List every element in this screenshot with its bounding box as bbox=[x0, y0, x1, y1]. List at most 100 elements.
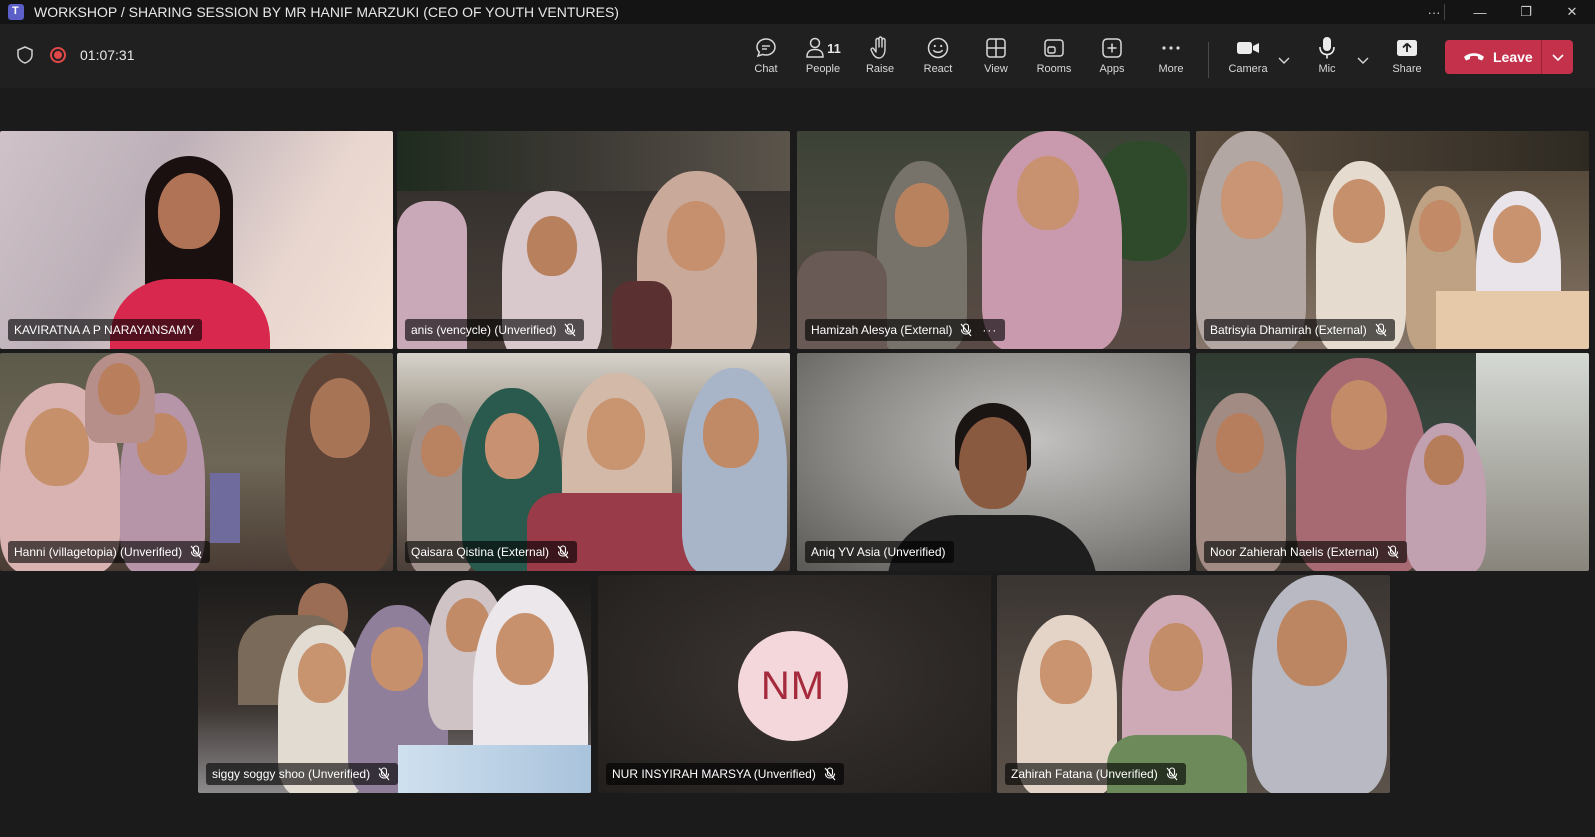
participant-tile[interactable]: siggy soggy shoo (Unverified) bbox=[198, 575, 591, 793]
window-more-button[interactable]: ··· bbox=[1411, 0, 1457, 24]
smiley-icon bbox=[927, 37, 949, 59]
nameplate: NUR INSYIRAH MARSYA (Unverified) bbox=[606, 763, 844, 785]
rooms-button[interactable]: Rooms bbox=[1025, 36, 1083, 82]
mic-muted-icon bbox=[1166, 767, 1178, 781]
mic-muted-icon bbox=[1387, 545, 1399, 559]
participant-name: NUR INSYIRAH MARSYA (Unverified) bbox=[612, 767, 816, 781]
mic-muted-icon bbox=[378, 767, 390, 781]
camera-label: Camera bbox=[1228, 63, 1268, 75]
raise-hand-button[interactable]: Raise bbox=[851, 36, 909, 82]
chat-button[interactable]: Chat bbox=[737, 36, 795, 82]
participant-name: KAVIRATNA A P NARAYANSAMY bbox=[14, 323, 195, 337]
nameplate: siggy soggy shoo (Unverified) bbox=[206, 763, 399, 785]
people-icon bbox=[806, 37, 824, 58]
video-feed bbox=[0, 131, 393, 349]
participant-tile[interactable]: Hamizah Alesya (External) ··· bbox=[797, 131, 1190, 349]
video-stage: KAVIRATNA A P NARAYANSAMY anis (vencycle… bbox=[0, 88, 1595, 837]
chat-label: Chat bbox=[754, 63, 778, 75]
camera-button[interactable]: Camera bbox=[1219, 36, 1277, 82]
close-button[interactable]: ✕ bbox=[1549, 0, 1595, 24]
leave-options-button[interactable] bbox=[1542, 40, 1573, 74]
video-feed bbox=[797, 353, 1190, 571]
more-label: More bbox=[1158, 63, 1184, 75]
participant-tile[interactable]: Qaisara Qistina (External) bbox=[397, 353, 790, 571]
restore-button[interactable]: ❐ bbox=[1503, 0, 1549, 24]
more-button[interactable]: More bbox=[1142, 36, 1200, 82]
raise-label: Raise bbox=[865, 63, 895, 75]
raise-hand-icon bbox=[870, 36, 886, 59]
leave-button[interactable]: Leave bbox=[1445, 40, 1541, 74]
recording-icon bbox=[50, 47, 66, 63]
teams-app-icon bbox=[8, 4, 24, 20]
leave-button-group: Leave bbox=[1445, 40, 1573, 74]
participant-name: Hamizah Alesya (External) bbox=[811, 323, 953, 337]
meeting-status: 01:07:31 bbox=[16, 46, 135, 64]
video-feed bbox=[198, 575, 591, 793]
camera-options-chevron-icon[interactable] bbox=[1276, 52, 1292, 68]
mic-button[interactable]: Mic bbox=[1298, 36, 1356, 82]
nameplate: Zahirah Fatana (Unverified) bbox=[1005, 763, 1186, 785]
phone-hangup-icon bbox=[1464, 53, 1484, 61]
participant-name: Zahirah Fatana (Unverified) bbox=[1011, 767, 1158, 781]
nameplate: Noor Zahierah Naelis (External) bbox=[1204, 541, 1407, 563]
meeting-timer: 01:07:31 bbox=[80, 47, 135, 63]
nameplate: Hamizah Alesya (External) ··· bbox=[805, 319, 1006, 341]
react-button[interactable]: React bbox=[909, 36, 967, 82]
participant-tile[interactable]: KAVIRATNA A P NARAYANSAMY bbox=[0, 131, 393, 349]
participant-tile[interactable]: Aniq YV Asia (Unverified) bbox=[797, 353, 1190, 571]
person bbox=[677, 368, 790, 571]
share-button[interactable]: Share bbox=[1378, 36, 1436, 82]
mic-label: Mic bbox=[1318, 63, 1336, 75]
window-controls: ··· — ❐ ✕ bbox=[1411, 0, 1595, 24]
person bbox=[977, 131, 1127, 349]
mic-options-chevron-icon[interactable] bbox=[1355, 52, 1371, 68]
window-title: WORKSHOP / SHARING SESSION BY MR HANIF M… bbox=[34, 4, 619, 20]
camera-icon bbox=[1237, 42, 1259, 54]
nameplate: Qaisara Qistina (External) bbox=[405, 541, 578, 563]
participant-tile[interactable]: NM NUR INSYIRAH MARSYA (Unverified) bbox=[598, 575, 991, 793]
microphone-icon bbox=[1319, 37, 1335, 59]
share-label: Share bbox=[1392, 63, 1422, 75]
participant-tile[interactable]: Batrisyia Dhamirah (External) bbox=[1196, 131, 1589, 349]
person bbox=[285, 353, 393, 571]
video-feed bbox=[397, 353, 790, 571]
participant-more-button[interactable]: ··· bbox=[982, 323, 997, 337]
react-label: React bbox=[923, 63, 953, 75]
participant-name: Noor Zahierah Naelis (External) bbox=[1210, 545, 1379, 559]
person bbox=[1247, 575, 1387, 793]
mic-muted-icon bbox=[564, 323, 576, 337]
grid-view-icon bbox=[986, 38, 1006, 58]
mic-muted-icon bbox=[960, 323, 972, 337]
apps-button[interactable]: Apps bbox=[1083, 36, 1141, 82]
participant-name: Aniq YV Asia (Unverified) bbox=[811, 545, 946, 559]
person bbox=[80, 353, 160, 443]
avatar: NM bbox=[738, 631, 848, 741]
shield-icon[interactable] bbox=[16, 46, 34, 64]
apps-label: Apps bbox=[1099, 63, 1125, 75]
participant-name: Hanni (villagetopia) (Unverified) bbox=[14, 545, 183, 559]
view-button[interactable]: View bbox=[967, 36, 1025, 82]
video-feed bbox=[1196, 353, 1589, 571]
title-bar: WORKSHOP / SHARING SESSION BY MR HANIF M… bbox=[0, 0, 1595, 24]
participant-name: Qaisara Qistina (External) bbox=[411, 545, 550, 559]
rooms-icon bbox=[1044, 39, 1064, 57]
participant-tile[interactable]: Noor Zahierah Naelis (External) bbox=[1196, 353, 1589, 571]
more-dots-icon bbox=[1162, 46, 1180, 50]
video-feed bbox=[0, 353, 393, 571]
mic-muted-icon bbox=[1375, 323, 1387, 337]
rooms-label: Rooms bbox=[1036, 63, 1072, 75]
participant-tile[interactable]: Hanni (villagetopia) (Unverified) bbox=[0, 353, 393, 571]
minimize-button[interactable]: — bbox=[1457, 0, 1503, 24]
video-feed bbox=[797, 131, 1190, 349]
mic-muted-icon bbox=[190, 545, 202, 559]
chevron-down-icon bbox=[1551, 54, 1564, 62]
mic-muted-icon bbox=[824, 767, 836, 781]
avatar-initials: NM bbox=[760, 663, 826, 708]
people-button[interactable]: 11 People bbox=[792, 36, 854, 82]
participant-name: anis (vencycle) (Unverified) bbox=[411, 323, 557, 337]
share-screen-icon bbox=[1397, 40, 1417, 56]
participant-name: Batrisyia Dhamirah (External) bbox=[1210, 323, 1367, 337]
participant-tile[interactable]: Zahirah Fatana (Unverified) bbox=[997, 575, 1390, 793]
participant-tile[interactable]: anis (vencycle) (Unverified) bbox=[397, 131, 790, 349]
nameplate: Aniq YV Asia (Unverified) bbox=[805, 541, 954, 563]
